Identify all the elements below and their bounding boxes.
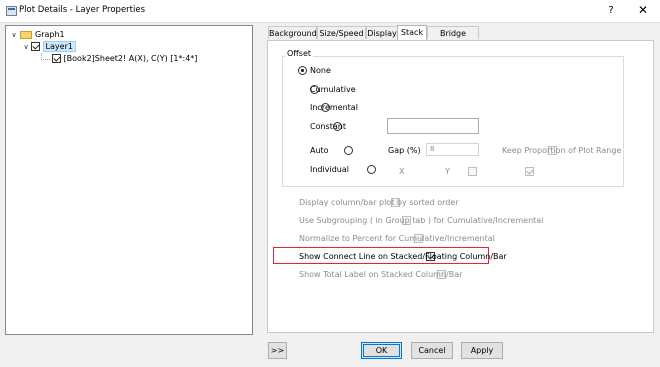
radio-auto-label[interactable]: Auto bbox=[310, 146, 329, 155]
constant-input[interactable] bbox=[387, 118, 479, 134]
subgrouping-label[interactable]: Use Subgrouping ( in Group tab ) for Cum… bbox=[299, 216, 543, 225]
individual-x-label[interactable]: X bbox=[399, 167, 404, 176]
tab-stack[interactable]: Stack bbox=[397, 25, 427, 40]
tab-size-speed[interactable]: Size/Speed bbox=[317, 26, 366, 39]
apply-button[interactable]: Apply bbox=[461, 342, 503, 359]
close-icon[interactable]: ✕ bbox=[636, 3, 650, 17]
help-icon[interactable]: ? bbox=[604, 4, 618, 18]
tree-layer-label[interactable]: Layer1 bbox=[42, 41, 76, 52]
tree-plot-label[interactable]: [Book2]Sheet2! A(X), C(Y) [1*:4*] bbox=[64, 54, 198, 63]
expand-button[interactable]: >> bbox=[268, 342, 287, 359]
plot-checkbox[interactable] bbox=[52, 54, 61, 63]
tree-connector bbox=[41, 53, 50, 60]
ok-button[interactable]: OK bbox=[361, 342, 402, 359]
tree-item-layer[interactable]: ∨ Layer1 bbox=[6, 41, 252, 53]
offset-group-title: Offset bbox=[285, 49, 314, 58]
individual-y-checkbox[interactable] bbox=[525, 167, 535, 176]
app-icon bbox=[6, 6, 17, 16]
sorted-order-label[interactable]: Display column/bar plot by sorted order bbox=[299, 198, 459, 207]
chevron-down-icon[interactable]: ∨ bbox=[21, 41, 31, 53]
radio-individual-label[interactable]: Individual bbox=[310, 165, 349, 174]
tab-bridge-chart[interactable]: Bridge Chart bbox=[427, 26, 479, 51]
tree-item-plot[interactable]: [Book2]Sheet2! A(X), C(Y) [1*:4*] bbox=[6, 53, 252, 65]
connect-line-label[interactable]: Show Connect Line on Stacked/Floating Co… bbox=[299, 252, 507, 261]
radio-none-label[interactable]: None bbox=[310, 66, 331, 75]
layer-checkbox[interactable] bbox=[31, 42, 40, 51]
gap-label: Gap (%) bbox=[388, 146, 421, 155]
radio-cumulative-label[interactable]: Cumulative bbox=[310, 85, 356, 94]
tree-graph-label: Graph1 bbox=[35, 30, 65, 39]
tree-item-graph[interactable]: ∨ Graph1 bbox=[6, 29, 252, 41]
cancel-button[interactable]: Cancel bbox=[411, 342, 453, 359]
radio-incremental-label[interactable]: Incremental bbox=[310, 103, 358, 112]
tab-display[interactable]: Display bbox=[366, 26, 398, 39]
radio-constant-label[interactable]: Constant bbox=[310, 122, 346, 131]
radio-none[interactable] bbox=[298, 66, 307, 75]
chevron-down-icon[interactable]: ∨ bbox=[9, 29, 19, 41]
keep-proportion-label[interactable]: Keep Proportion of Plot Range bbox=[502, 146, 621, 155]
individual-x-checkbox[interactable] bbox=[467, 167, 477, 176]
total-label-label[interactable]: Show Total Label on Stacked Column/Bar bbox=[299, 270, 462, 279]
gap-input[interactable]: 8 bbox=[426, 143, 479, 156]
tab-background[interactable]: Background bbox=[268, 26, 317, 39]
normalize-label[interactable]: Normalize to Percent for Cumulative/Incr… bbox=[299, 234, 495, 243]
tree-panel: ∨ Graph1 ∨ Layer1 [Book2]Sheet2! A(X), C(… bbox=[5, 25, 253, 335]
window-title: Plot Details - Layer Properties bbox=[19, 5, 146, 15]
individual-y-label[interactable]: Y bbox=[445, 167, 450, 176]
folder-icon bbox=[20, 31, 32, 39]
